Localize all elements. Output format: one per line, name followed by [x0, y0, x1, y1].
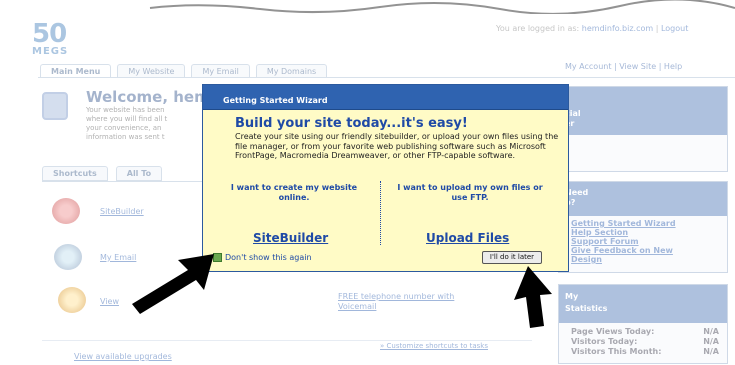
help-heading: Need p?: [559, 182, 727, 216]
tab-underline: [38, 77, 735, 78]
login-status: You are logged in as: hemdinfo.biz.com |…: [496, 24, 689, 33]
do-it-later-button[interactable]: I'll do it later: [482, 251, 542, 264]
tab-all-tools[interactable]: All To: [115, 166, 163, 181]
login-prefix: You are logged in as:: [496, 24, 580, 33]
logo-subtext: MEGS: [32, 46, 69, 57]
wizard-headline: Build your site today...it's easy!: [235, 116, 468, 131]
welcome-line: Your website has been: [86, 106, 165, 114]
account-links[interactable]: My Account | View Site | Help: [565, 62, 682, 71]
options-divider: [380, 181, 381, 245]
welcome-box: Welcome, hem Your website has been where…: [86, 88, 210, 142]
stat-value: N/A: [703, 337, 719, 346]
help-link-feedback[interactable]: Give Feedback on New: [559, 246, 727, 255]
logout-link[interactable]: Logout: [661, 24, 688, 33]
statistics-panel: My Statistics Page Views Today: N/A Visit…: [558, 284, 728, 364]
sitebuilder-icon[interactable]: [52, 198, 80, 224]
stat-row: Visitors Today: N/A: [559, 337, 727, 347]
welcome-line: where you will find all t: [86, 115, 168, 123]
special-offer-heading: cial er: [559, 87, 727, 135]
logo-number: 50: [32, 19, 67, 49]
stat-label: Visitors This Month:: [571, 347, 662, 356]
help-link-design[interactable]: Design: [559, 255, 727, 264]
shortcut-bottom-divider: [42, 340, 532, 341]
tab-my-domains[interactable]: My Domains: [255, 64, 328, 77]
username-link[interactable]: hemdinfo.biz.com: [582, 24, 653, 33]
statistics-heading: My Statistics: [559, 285, 727, 323]
arrow-icon: [514, 266, 552, 328]
special-offer-heading-line: cial: [565, 109, 581, 118]
statistics-heading-line: Statistics: [565, 304, 608, 313]
upgrades-link[interactable]: View available upgrades: [74, 352, 172, 361]
sitebuilder-link[interactable]: SiteBuilder: [253, 231, 328, 245]
upload-files-option: I want to upload my own files or use FTP…: [397, 183, 543, 202]
email-icon[interactable]: [54, 244, 82, 270]
stat-row: Page Views Today: N/A: [559, 327, 727, 337]
shortcut-tabs: Shortcuts All To: [42, 166, 163, 181]
stat-label: Page Views Today:: [571, 327, 655, 336]
tab-shortcuts[interactable]: Shortcuts: [42, 166, 108, 181]
customize-shortcuts-link[interactable]: » Customize shortcuts to tasks: [380, 342, 488, 350]
dont-show-again-label[interactable]: Don't show this again: [225, 253, 312, 262]
welcome-line: information was sent t: [86, 133, 165, 141]
wizard-body-text: Create your site using our friendly site…: [235, 132, 559, 160]
create-online-option: I want to create my website online.: [230, 183, 358, 202]
statistics-heading-line: My: [565, 292, 579, 301]
stat-label: Visitors Today:: [571, 337, 638, 346]
site-logo[interactable]: 50 MEGS: [32, 19, 69, 57]
arrow-icon: [132, 254, 214, 314]
wizard-titlebar[interactable]: Getting Started Wizard: [203, 85, 568, 110]
welcome-title: Welcome, hem: [86, 88, 210, 106]
upload-files-link[interactable]: Upload Files: [426, 231, 509, 245]
shortcut-sitebuilder[interactable]: SiteBuilder: [100, 207, 144, 216]
stat-value: N/A: [703, 327, 719, 336]
help-heading-line: Need: [565, 188, 589, 197]
special-offer-heading-line: er: [565, 119, 575, 128]
help-panel: Need p? Getting Started Wizard Help Sect…: [558, 181, 728, 273]
stat-row: Visitors This Month: N/A: [559, 347, 727, 357]
tab-my-website[interactable]: My Website: [117, 64, 186, 77]
special-offer-panel: cial er: [558, 86, 728, 172]
top-edge-scribble: [149, 0, 735, 14]
shortcut-view[interactable]: View: [100, 297, 119, 306]
help-link-section[interactable]: Help Section: [559, 228, 727, 237]
toll-free-link-2[interactable]: Voicemail: [338, 302, 376, 311]
stat-value: N/A: [703, 347, 719, 356]
toll-free-link[interactable]: FREE telephone number with: [338, 292, 454, 301]
help-heading-line: p?: [565, 198, 576, 207]
tab-my-email[interactable]: My Email: [191, 64, 250, 77]
computer-icon: [42, 92, 68, 120]
help-link-forum[interactable]: Support Forum: [559, 237, 727, 246]
tab-main-menu[interactable]: Main Menu: [40, 64, 112, 77]
wizard-title: Getting Started Wizard: [223, 96, 328, 105]
help-link-wizard[interactable]: Getting Started Wizard: [559, 219, 727, 228]
main-tabs: Main Menu My Website My Email My Domains: [40, 64, 328, 77]
browser-screenshot: 50 MEGS You are logged in as: hemdinfo.b…: [0, 0, 735, 365]
view-icon[interactable]: [58, 287, 86, 313]
getting-started-wizard-dialog: Getting Started Wizard Build your site t…: [202, 84, 569, 272]
welcome-line: your convenience, an: [86, 124, 162, 132]
